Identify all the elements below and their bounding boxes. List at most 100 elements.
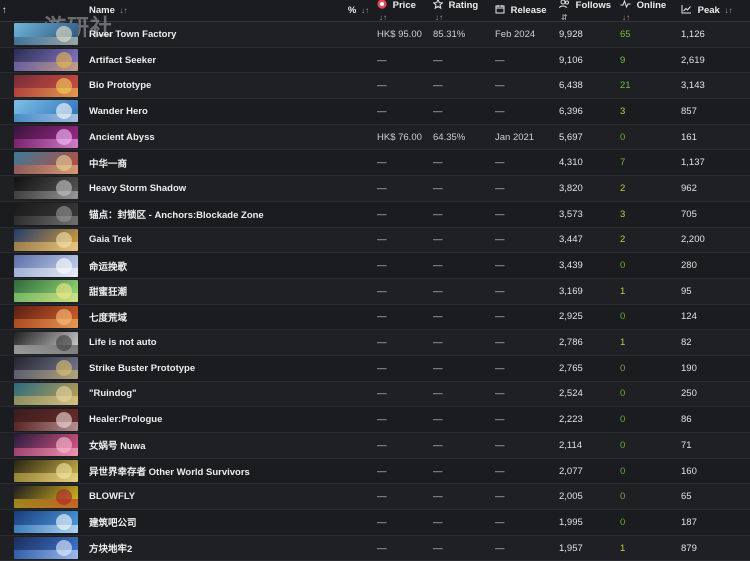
table-row[interactable]: 女娲号 Nuwa — — — 2,114 0 71 [0,433,750,459]
game-thumbnail[interactable] [14,49,78,72]
game-thumbnail-cell[interactable] [10,537,80,560]
game-name-link[interactable]: 锚点：封锁区 - Anchors:Blockade Zone [80,207,326,221]
column-header-follows[interactable]: Follows ⇵ [551,0,614,23]
table-row[interactable]: Ancient Abyss HK$ 76.00 64.35% Jan 2021 5,69… [0,124,750,151]
game-thumbnail-cell[interactable] [10,151,80,174]
game-name-link[interactable]: Life is not auto [80,337,326,348]
game-thumbnail-cell[interactable] [10,485,80,508]
game-thumbnail-cell[interactable] [10,203,80,226]
table-row[interactable]: 命运挽歌 — — — 3,439 0 280 [0,253,750,279]
game-thumbnail-cell[interactable] [10,228,80,251]
table-row[interactable]: 甜蜜狂潮 — — — 3,169 1 95 [0,278,750,305]
game-thumbnail-cell[interactable] [10,254,80,277]
game-thumbnail-cell[interactable] [10,74,80,97]
game-thumbnail-cell[interactable] [10,357,80,380]
game-name-link[interactable]: BLOWFLY [80,491,326,502]
game-thumbnail-cell[interactable] [10,100,80,123]
table-row[interactable]: 锚点：封锁区 - Anchors:Blockade Zone — — — 3,573 3 7… [0,201,750,228]
game-thumbnail[interactable] [14,177,78,200]
table-row[interactable]: Artifact Seeker — — — 9,106 9 2,619 [0,47,750,74]
column-header-price[interactable]: Price ↓↑ [371,0,427,23]
game-thumbnail[interactable] [14,537,78,560]
game-thumbnail-cell[interactable] [10,382,80,405]
table-row[interactable]: 异世界幸存者 Other World Survivors — — — 2,077 0 160 [0,458,750,485]
game-name-link[interactable]: 建筑吧公司 [80,515,326,529]
game-thumbnail-cell[interactable] [10,49,80,72]
game-thumbnail[interactable] [14,280,78,303]
game-thumbnail[interactable] [14,203,78,226]
peak-cell: 190 [681,362,697,374]
game-name-link[interactable]: 甜蜜狂潮 [80,284,326,298]
game-thumbnail[interactable] [14,305,78,328]
rating-cell: — [433,157,443,169]
game-name-link[interactable]: Artifact Seeker [80,55,326,66]
game-name-link[interactable]: Gaia Trek [80,234,326,245]
game-thumbnail[interactable] [14,151,78,174]
game-thumbnail-cell[interactable] [10,305,80,328]
column-header-percent[interactable]: % ↓↑ [326,5,371,16]
game-thumbnail-cell[interactable] [10,511,80,534]
column-header-rating[interactable]: Rating ↓↑ [427,0,489,23]
column-header-name[interactable]: Name ↓↑ [80,5,326,16]
game-thumbnail[interactable] [14,485,78,508]
game-thumbnail[interactable] [14,357,78,380]
game-thumbnail[interactable] [14,408,78,431]
game-thumbnail[interactable] [14,23,78,46]
game-name-link[interactable]: 方块地牢2 [80,541,326,555]
game-thumbnail-cell[interactable] [10,408,80,431]
table-row[interactable]: BLOWFLY — — — 2,005 0 65 [0,484,750,511]
game-name-link[interactable]: Ancient Abyss [80,132,326,143]
game-thumbnail[interactable] [14,254,78,277]
game-name-link[interactable]: 中华一商 [80,156,326,170]
game-thumbnail[interactable] [14,74,78,97]
price-cell: — [377,542,387,554]
column-header-online[interactable]: Online ↓↑ [614,0,677,23]
column-header-rank[interactable]: ↑ [0,5,10,16]
game-thumbnail-cell[interactable] [10,434,80,457]
price-cell: — [377,311,387,323]
table-row[interactable]: Wander Hero — — — 6,396 3 857 [0,99,750,125]
game-name-link[interactable]: 七度荒域 [80,310,326,324]
game-thumbnail[interactable] [14,228,78,251]
game-thumbnail-cell[interactable] [10,23,80,46]
game-thumbnail-cell[interactable] [10,460,80,483]
table-row[interactable]: Bio Prototype — — — 6,438 21 3,143 [0,73,750,100]
game-thumbnail-cell[interactable] [10,280,80,303]
table-row[interactable]: Strike Buster Prototype — — — 2,765 0 190 [0,355,750,382]
price-cell: — [377,80,387,92]
table-row[interactable]: 方块地牢2 — — — 1,957 1 879 [0,535,750,561]
table-row[interactable]: Healer:Prologue — — — 2,223 0 86 [0,407,750,433]
game-thumbnail[interactable] [14,460,78,483]
game-thumbnail[interactable] [14,382,78,405]
game-thumbnail[interactable] [14,434,78,457]
table-row[interactable]: 中华一商 — — — 4,310 7 1,137 [0,150,750,177]
game-name-link[interactable]: "Ruindog" [80,388,326,399]
game-name-link[interactable]: Bio Prototype [80,80,326,91]
follows-cell: 5,697 [559,131,583,143]
table-row[interactable]: 七度荒域 — — — 2,925 0 124 [0,304,750,331]
game-thumbnail[interactable] [14,331,78,354]
game-thumbnail[interactable] [14,511,78,534]
table-row[interactable]: Heavy Storm Shadow — — — 3,820 2 962 [0,176,750,202]
game-name-link[interactable]: Strike Buster Prototype [80,363,326,374]
game-thumbnail-cell[interactable] [10,126,80,149]
game-name-link[interactable]: 女娲号 Nuwa [80,438,326,452]
game-name-link[interactable]: River Town Factory [80,29,326,40]
game-name-link[interactable]: 命运挽歌 [80,259,326,273]
game-thumbnail[interactable] [14,126,78,149]
game-thumbnail[interactable] [14,100,78,123]
game-name-link[interactable]: Heavy Storm Shadow [80,183,326,194]
table-row[interactable]: Life is not auto — — — 2,786 1 82 [0,330,750,356]
table-row[interactable]: "Ruindog" — — — 2,524 0 250 [0,381,750,408]
game-thumbnail-cell[interactable] [10,177,80,200]
table-row[interactable]: River Town Factory HK$ 95.00 85.31% Feb 202… [0,22,750,48]
game-thumbnail-cell[interactable] [10,331,80,354]
game-name-link[interactable]: Wander Hero [80,106,326,117]
game-name-link[interactable]: Healer:Prologue [80,414,326,425]
column-header-peak[interactable]: Peak ↓↑ [677,4,737,17]
game-name-link[interactable]: 异世界幸存者 Other World Survivors [80,464,326,478]
peak-cell: 3,143 [681,80,705,92]
table-row[interactable]: Gaia Trek — — — 3,447 2 2,200 [0,227,750,254]
table-row[interactable]: 建筑吧公司 — — — 1,995 0 187 [0,510,750,536]
column-header-release[interactable]: Release [489,4,551,17]
